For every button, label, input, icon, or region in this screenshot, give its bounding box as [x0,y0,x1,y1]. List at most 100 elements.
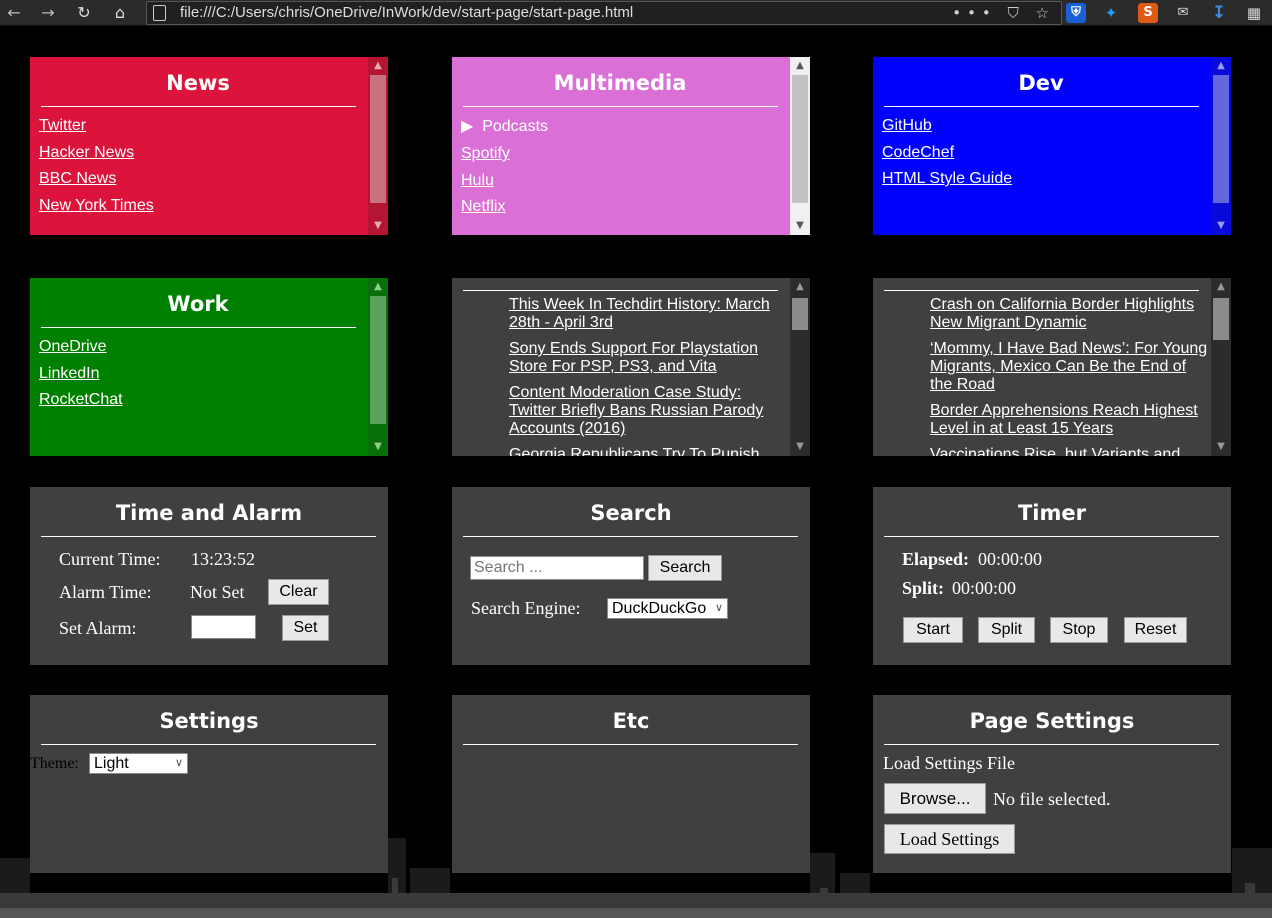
scroll-thumb[interactable] [792,298,808,330]
scroll-thumb[interactable] [1213,75,1229,203]
browse-button[interactable]: Browse... [884,783,986,814]
panel-title: Page Settings [969,709,1135,733]
scroll-up-icon[interactable]: ▲ [790,57,810,75]
download-icon[interactable]: ↧ [1209,3,1229,23]
timer-reset-button[interactable]: Reset [1124,617,1187,643]
podcasts-label: Podcasts [482,118,549,135]
home-icon[interactable]: ⌂ [110,3,130,23]
panel-title: Work [167,292,229,316]
feed-item[interactable]: This Week In Techdirt History: March 28t… [509,296,779,332]
timer-split-button[interactable]: Split [978,617,1035,643]
feed-item[interactable]: Sony Ends Support For Playstation Store … [509,340,779,376]
divider [41,106,356,107]
scroll-down-icon[interactable]: ▼ [1211,217,1231,235]
divider [884,290,1199,291]
link-codechef[interactable]: CodeChef [882,140,1012,167]
theme-select[interactable]: Light ∨ [89,753,188,774]
link-twitter[interactable]: Twitter [39,113,154,140]
scroll-up-icon[interactable]: ▲ [790,278,810,296]
chevron-down-icon: ∨ [174,757,183,769]
feed-item[interactable]: Border Apprehensions Reach Highest Level… [930,402,1210,438]
divider [884,106,1199,107]
link-netflix[interactable]: Netflix [461,194,548,221]
link-bbc-news[interactable]: BBC News [39,166,154,193]
scroll-thumb[interactable] [1213,298,1229,340]
divider [884,536,1219,537]
link-html-style-guide[interactable]: HTML Style Guide [882,166,1012,193]
alarm-time-label: Alarm Time: [59,582,152,602]
podcasts-disclosure[interactable]: ▶ Podcasts [461,113,548,141]
panel-title: News [166,71,230,95]
scroll-down-icon[interactable]: ▼ [790,438,810,456]
reload-icon[interactable]: ↻ [74,3,94,23]
work-panel: Work OneDrive LinkedIn RocketChat ▲ ▼ [30,278,388,456]
scrollbar[interactable]: ▲ ▼ [790,278,810,456]
load-settings-button[interactable]: Load Settings [884,824,1015,854]
link-spotify[interactable]: Spotify [461,141,548,168]
scrollbar[interactable]: ▲ ▼ [790,57,810,235]
feed-item[interactable]: Crash on California Border Highlights Ne… [930,296,1210,332]
timer-stop-button[interactable]: Stop [1050,617,1108,643]
scroll-up-icon[interactable]: ▲ [1211,57,1231,75]
timer-start-button[interactable]: Start [903,617,963,643]
url-text: file:///C:/Users/chris/OneDrive/InWork/d… [180,4,634,21]
forward-arrow-icon[interactable]: → [38,3,58,23]
timer-panel: Timer Elapsed: 00:00:00 Split: 00:00:00 … [873,487,1231,665]
search-button[interactable]: Search [648,555,722,581]
etc-panel: Etc [452,695,810,873]
clear-alarm-button[interactable]: Clear [268,579,329,605]
alarm-time-value: Not Set [190,582,245,602]
page-actions-icon[interactable]: ••• ⛉ ☆ [952,4,1055,22]
browser-toolbar: ← → ↻ ⌂ file:///C:/Users/chris/OneDrive/… [0,0,1272,26]
scroll-up-icon[interactable]: ▲ [368,57,388,75]
nyt-feed-panel: Crash on California Border Highlights Ne… [873,278,1231,456]
back-arrow-icon[interactable]: ← [4,3,24,23]
link-github[interactable]: GitHub [882,113,1012,140]
app-grid-icon[interactable]: ▦ [1244,3,1264,23]
link-hacker-news[interactable]: Hacker News [39,140,154,167]
scrollbar[interactable]: ▲ ▼ [368,278,388,456]
divider [463,290,778,291]
link-hulu[interactable]: Hulu [461,168,548,195]
scroll-down-icon[interactable]: ▼ [1211,438,1231,456]
search-input[interactable]: Search ... [470,556,644,580]
elapsed-label: Elapsed: [902,549,970,569]
link-linkedin[interactable]: LinkedIn [39,361,123,388]
news-panel: News Twitter Hacker News BBC News New Yo… [30,57,388,235]
scrollbar[interactable]: ▲ ▼ [1211,278,1231,456]
twitter-bird-icon[interactable]: ✦ [1101,3,1121,23]
time-alarm-panel: Time and Alarm Current Time: 13:23:52 Al… [30,487,388,665]
feed-item[interactable]: Georgia Republicans Try To Punish [509,446,779,456]
scrollbar[interactable]: ▲ ▼ [1211,57,1231,235]
settings-panel: Settings Theme: Light ∨ [30,695,388,873]
scroll-thumb[interactable] [370,296,386,424]
panel-title: Multimedia [553,71,687,95]
url-bar[interactable]: file:///C:/Users/chris/OneDrive/InWork/d… [146,1,1062,25]
bitwarden-shield-icon[interactable]: ⛨ [1066,3,1086,23]
chevron-down-icon: ∨ [714,602,723,614]
feed-item[interactable]: Content Moderation Case Study: Twitter B… [509,384,779,438]
link-onedrive[interactable]: OneDrive [39,334,123,361]
scrollbar[interactable]: ▲ ▼ [368,57,388,235]
scroll-down-icon[interactable]: ▼ [790,217,810,235]
feed-item[interactable]: Vaccinations Rise, but Variants and [930,446,1210,456]
multimedia-panel: Multimedia ▶ Podcasts Spotify Hulu Netfl… [452,57,810,235]
panel-title: Timer [1017,501,1086,525]
scroll-up-icon[interactable]: ▲ [368,278,388,296]
scroll-thumb[interactable] [792,75,808,203]
feed-item[interactable]: ‘Mommy, I Have Bad News’: For Young Migr… [930,340,1210,394]
set-alarm-button[interactable]: Set [282,615,329,641]
s-extension-icon[interactable]: S [1138,3,1158,23]
search-engine-select[interactable]: DuckDuckGo ∨ [607,598,728,619]
divider [41,327,356,328]
scroll-down-icon[interactable]: ▼ [368,217,388,235]
scroll-thumb[interactable] [370,75,386,203]
mail-icon[interactable]: ✉ [1173,3,1193,23]
link-new-york-times[interactable]: New York Times [39,193,154,220]
scroll-down-icon[interactable]: ▼ [368,438,388,456]
link-rocketchat[interactable]: RocketChat [39,387,123,414]
divider [884,744,1219,745]
theme-value: Light [94,755,129,772]
alarm-time-input[interactable] [191,615,256,639]
scroll-up-icon[interactable]: ▲ [1211,278,1231,296]
